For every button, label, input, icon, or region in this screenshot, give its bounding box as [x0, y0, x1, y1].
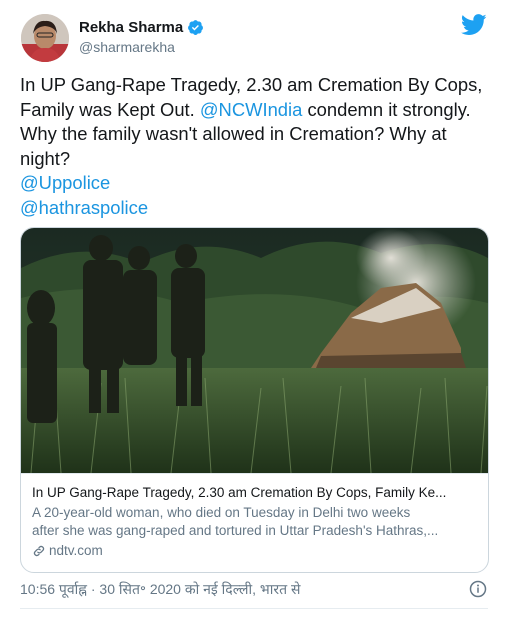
author-handle[interactable]: @sharmarekha	[79, 39, 175, 55]
mention-link-uppolice[interactable]: @Uppolice	[20, 171, 495, 196]
card-body[interactable]: In UP Gang-Rape Tragedy, 2.30 am Cremati…	[21, 473, 488, 572]
card-title[interactable]: In UP Gang-Rape Tragedy, 2.30 am Cremati…	[32, 485, 479, 500]
author-display-name[interactable]: Rekha Sharma	[79, 19, 183, 36]
tweet-timestamp[interactable]: 10:56 पूर्वाह्न · 30 सित॰ 2020 को नई दिल…	[20, 580, 300, 599]
tweet-text-segment: Family was Kept Out.	[20, 98, 200, 120]
card-description: A 20-year-old woman, who died on Tuesday…	[32, 504, 479, 540]
mention-link-ncwindia[interactable]: @NCWIndia	[200, 99, 302, 120]
card-image[interactable]	[21, 228, 488, 473]
card-description-line: after she was gang-raped and tortured in…	[32, 523, 439, 538]
tweet-text-line: In UP Gang-Rape Tragedy, 2.30 am Cremati…	[20, 74, 483, 95]
verified-badge-icon	[188, 20, 204, 35]
tweet-text-line: Why the family wasn't allowed in Cremati…	[20, 123, 447, 144]
link-icon	[33, 545, 45, 556]
avatar[interactable]	[21, 14, 69, 62]
info-icon[interactable]	[469, 580, 487, 598]
link-preview-card[interactable]: In UP Gang-Rape Tragedy, 2.30 am Cremati…	[20, 227, 489, 573]
card-description-line: A 20-year-old woman, who died on Tuesday…	[32, 505, 411, 520]
mention-link-hathraspolice[interactable]: @hathraspolice	[20, 196, 495, 221]
tweet-text: In UP Gang-Rape Tragedy, 2.30 am Cremati…	[20, 73, 495, 220]
tweet: Rekha Sharma @sharmarekha In UP Gang-Rap…	[0, 0, 508, 623]
card-link[interactable]: ndtv.com	[32, 543, 103, 558]
tweet-text-line: Family was Kept Out. @NCWIndia condemn i…	[20, 98, 495, 123]
tweet-text-segment: condemn it strongly.	[302, 98, 471, 120]
twitter-bird-icon[interactable]	[461, 14, 487, 36]
card-domain[interactable]: ndtv.com	[49, 543, 103, 558]
author-name-row[interactable]: Rekha Sharma	[79, 19, 204, 36]
divider	[20, 608, 488, 609]
tweet-text-line: night?	[20, 147, 71, 169]
